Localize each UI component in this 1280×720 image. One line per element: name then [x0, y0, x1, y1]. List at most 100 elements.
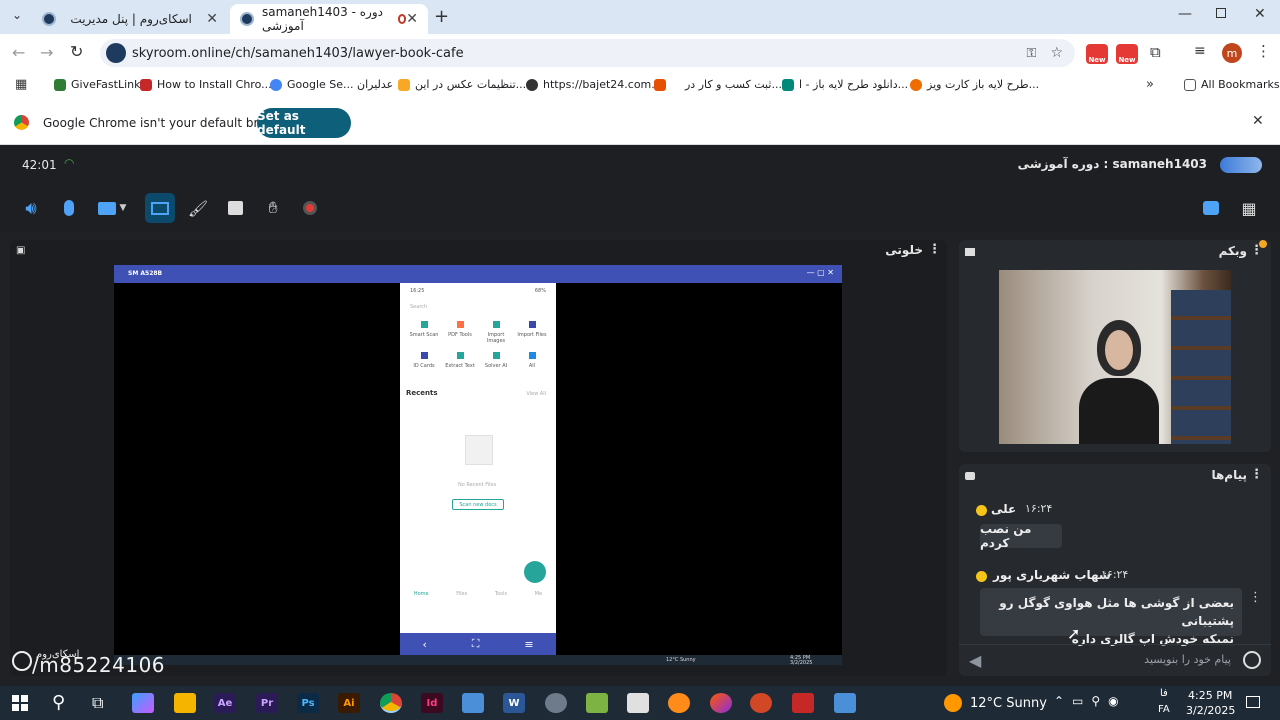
chevron-left-icon[interactable]: ‹ — [422, 638, 426, 651]
task-view-icon[interactable]: ⧉ — [92, 693, 103, 713]
screenshot-icon[interactable] — [627, 693, 649, 713]
close-icon[interactable]: ✕ — [1252, 113, 1264, 129]
maximize-button[interactable] — [1216, 8, 1226, 18]
nav-me[interactable]: Me — [535, 591, 542, 597]
send-icon[interactable]: ◀ — [969, 651, 981, 670]
media-control-icon[interactable]: ≡ — [1194, 43, 1206, 59]
taskbar-lang[interactable]: FA — [1158, 704, 1170, 715]
taskbar-lang-fa[interactable]: فا — [1160, 688, 1168, 699]
bookmark-item[interactable]: تنظیمات عکس در این... — [398, 78, 526, 91]
fullscreen-icon[interactable]: ⛶ — [472, 637, 480, 651]
view-all-link[interactable]: View All — [526, 391, 546, 397]
speaker-button[interactable]: 🔊︎ — [16, 193, 46, 223]
camera-fab[interactable] — [524, 561, 546, 583]
screen-share-button[interactable] — [145, 193, 175, 223]
site-info-icon[interactable] — [106, 43, 126, 63]
whiteboard-button[interactable]: 🖌︎ — [183, 193, 213, 223]
powerpoint-icon[interactable] — [750, 693, 772, 713]
file-explorer-icon[interactable] — [174, 693, 196, 713]
chrome-icon[interactable] — [380, 693, 402, 713]
illustrator-icon[interactable]: Ai — [338, 693, 360, 713]
set-as-default-button[interactable]: Set as default — [257, 108, 351, 138]
tool-item[interactable]: Import Images — [478, 321, 514, 344]
bookmark-item[interactable]: Google Se... عدلیران — [270, 78, 393, 91]
nav-home[interactable]: Home — [414, 591, 429, 597]
firefox-icon[interactable] — [710, 693, 732, 713]
monitor-icon[interactable] — [462, 693, 484, 713]
panel-kebab-icon[interactable]: ⋮ — [1250, 467, 1263, 482]
raise-hand-button[interactable]: ✋︎ — [258, 193, 288, 223]
tool-item[interactable]: Smart Scan — [406, 321, 442, 344]
extension-new-icon[interactable]: New — [1116, 44, 1138, 64]
nav-files[interactable]: Files — [456, 591, 467, 597]
all-bookmarks[interactable]: All Bookmarks — [1184, 78, 1280, 91]
word-icon[interactable]: W — [503, 693, 525, 713]
cut-tool-icon[interactable] — [668, 693, 690, 713]
bookmark-item[interactable]: GiveFastLink — [54, 78, 141, 91]
back-icon[interactable]: ← — [12, 43, 25, 62]
taskbar-weather[interactable]: 12°C Sunny — [970, 696, 1047, 711]
acrobat-icon[interactable] — [792, 693, 814, 713]
message-input[interactable]: پیام خود را بنویسید — [999, 653, 1231, 666]
apps-grid-icon[interactable]: ▦ — [15, 77, 27, 92]
bookmark-item[interactable]: ثبت کسب و کار در... — [654, 78, 782, 91]
bookmark-item[interactable]: How to Install Chro... — [140, 78, 272, 91]
tool-item[interactable]: Import Files — [514, 321, 550, 344]
close-icon[interactable]: ✕ — [406, 11, 418, 27]
message-kebab-icon[interactable]: ⋮ — [1249, 590, 1262, 605]
chat-toggle-button[interactable] — [1196, 193, 1226, 223]
extensions-puzzle-icon[interactable]: ⧉ — [1150, 43, 1161, 61]
profile-avatar[interactable]: m — [1222, 43, 1242, 63]
taskbar-time[interactable]: 4:25 PM — [1188, 689, 1232, 702]
photoshop-icon[interactable]: Ps — [297, 693, 319, 713]
close-window-button[interactable]: ✕ — [1254, 6, 1266, 22]
tool-item[interactable]: Extract Text — [442, 352, 478, 369]
after-effects-icon[interactable]: Ae — [214, 693, 236, 713]
bookmark-star-icon[interactable]: ☆ — [1050, 45, 1063, 61]
new-tab-button[interactable]: + — [434, 6, 449, 27]
notification-icon[interactable] — [1246, 696, 1260, 708]
panel-kebab-icon[interactable]: ⋮ — [928, 242, 941, 257]
app-icon[interactable] — [834, 693, 856, 713]
indesign-icon[interactable]: Id — [421, 693, 443, 713]
premiere-icon[interactable]: Pr — [256, 693, 278, 713]
panel-menu-icon[interactable]: ▣ — [16, 245, 25, 256]
taskbar-date[interactable]: 3/2/2025 — [1186, 704, 1235, 717]
bookmark-item[interactable]: https://bajet24.com... — [526, 78, 662, 91]
record-button[interactable] — [295, 193, 325, 223]
paint-icon[interactable] — [586, 693, 608, 713]
extension-new-icon[interactable]: New — [1086, 44, 1108, 64]
tray-icons[interactable]: ⌃▭⚲◉ — [1054, 694, 1127, 708]
menu-icon[interactable]: ≡ — [524, 638, 533, 651]
bookmark-item[interactable]: طرح لایه باز کارت ویز... — [910, 78, 1039, 91]
tool-item[interactable]: Solver AI — [478, 352, 514, 369]
tab-admin-panel[interactable]: اسکای‌روم | پنل مدیریت ✕ — [32, 4, 228, 34]
mini-taskbar: 12°C Sunny 4:25 PM 3/2/2025 — [114, 655, 842, 666]
reload-icon[interactable]: ↻ — [70, 42, 83, 61]
copilot-icon[interactable] — [132, 693, 154, 713]
tool-item[interactable]: All — [514, 352, 550, 369]
tab-search-icon[interactable]: ⌄ — [8, 8, 26, 26]
close-icon[interactable]: ✕ — [206, 11, 218, 27]
nav-tools[interactable]: Tools — [495, 591, 507, 597]
microphone-button[interactable] — [54, 193, 84, 223]
camera-button[interactable]: ▼ — [92, 193, 132, 223]
minimize-button[interactable]: — — [1178, 6, 1192, 22]
more-bookmarks-icon[interactable]: » — [1146, 77, 1154, 92]
phone-search[interactable]: Search — [410, 304, 427, 310]
omnibox[interactable]: skyroom.online/ch/samaneh1403/lawyer-boo… — [100, 39, 1075, 67]
menu-kebab-icon[interactable]: ⋮ — [1256, 42, 1271, 60]
network-globe-icon[interactable] — [545, 693, 567, 713]
windows-start-icon[interactable] — [12, 695, 28, 711]
forward-icon[interactable]: → — [40, 43, 53, 62]
scan-new-docs-button[interactable]: Scan new docs — [452, 499, 504, 510]
emoji-icon[interactable] — [1243, 651, 1261, 669]
password-key-icon[interactable]: ⚿ — [1027, 46, 1037, 61]
search-icon[interactable]: ⚲ — [52, 692, 65, 713]
files-button[interactable] — [220, 193, 250, 223]
bookmark-item[interactable]: دانلود طرح لایه باز - ا... — [782, 78, 908, 91]
tool-item[interactable]: PDF Tools — [442, 321, 478, 344]
tool-item[interactable]: ID Cards — [406, 352, 442, 369]
tab-course[interactable]: samaneh1403 - دوره آموزشی ✕ — [230, 4, 428, 34]
apps-grid-button[interactable]: ▦ — [1234, 193, 1264, 223]
